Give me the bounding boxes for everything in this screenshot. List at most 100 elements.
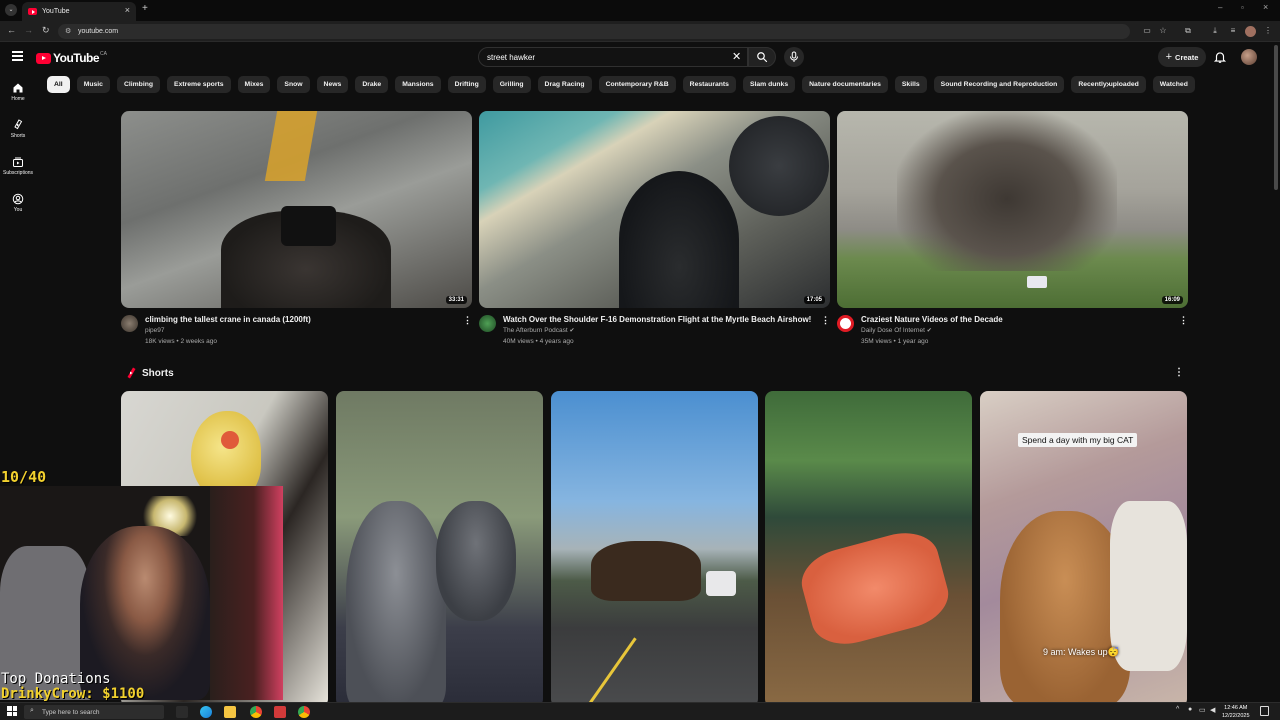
filter-chip[interactable]: Mansions — [395, 76, 441, 93]
voice-search-button[interactable] — [784, 47, 804, 67]
filter-chip[interactable]: Restaurants — [682, 76, 736, 93]
video-thumbnail[interactable]: 16:09 — [837, 111, 1188, 308]
system-tray-chevron-icon[interactable]: ^ — [1176, 706, 1179, 713]
video-title[interactable]: Craziest Nature Videos of the Decade — [861, 315, 1003, 324]
search-input[interactable]: street hawker — [478, 47, 748, 67]
more-options-icon[interactable]: ⋮ — [821, 315, 830, 326]
short-thumbnail[interactable] — [551, 391, 758, 707]
notifications-icon[interactable] — [1260, 706, 1269, 716]
new-tab-button[interactable]: + — [142, 3, 148, 14]
more-options-icon[interactable]: ⋮ — [463, 315, 472, 326]
sidebar-item-subscriptions[interactable]: Subscriptions — [0, 156, 36, 176]
edge-browser-icon[interactable] — [200, 706, 212, 718]
search-icon: ⌕ — [30, 707, 34, 714]
youtube-logo[interactable]: YouTube CA — [36, 51, 107, 65]
channel-name[interactable]: Daily Dose Of Internet — [861, 327, 925, 334]
filter-chip[interactable]: Drag Racing — [537, 76, 592, 93]
chrome-browser-icon[interactable] — [298, 706, 310, 718]
create-label: Create — [1175, 52, 1199, 62]
task-view-icon[interactable] — [176, 706, 188, 718]
profile-avatar-icon[interactable] — [1245, 26, 1256, 37]
chrome-browser-icon[interactable] — [250, 706, 262, 718]
video-duration: 17:05 — [803, 296, 825, 304]
forward-arrow-icon[interactable]: → — [24, 25, 33, 35]
short-caption: 9 am: Wakes up😴 — [1043, 647, 1119, 657]
channel-avatar[interactable] — [121, 315, 138, 332]
channel-avatar[interactable] — [479, 315, 496, 332]
extensions-icon[interactable]: ⧉ — [1183, 26, 1193, 36]
filter-chip[interactable]: All — [47, 76, 70, 93]
notifications-bell-icon[interactable] — [1213, 50, 1227, 64]
filter-chip[interactable]: Snow — [277, 76, 310, 93]
filter-chip[interactable]: Skills — [894, 76, 927, 93]
channel-name[interactable]: pipe97 — [145, 327, 165, 334]
close-tab-icon[interactable]: × — [125, 5, 130, 15]
bookmark-star-icon[interactable]: ☆ — [1158, 26, 1168, 36]
download-icon[interactable]: ⤓ — [1210, 26, 1220, 36]
filter-chip[interactable]: Climbing — [116, 76, 161, 93]
filter-chip[interactable]: Nature documentaries — [802, 76, 888, 93]
youtube-header: YouTube CA street hawker ✕ + Create — [0, 42, 1272, 72]
pilot-helmet-shape — [729, 116, 829, 216]
car-shape — [1027, 276, 1047, 288]
filter-chip[interactable]: Drake — [355, 76, 389, 93]
reload-icon[interactable]: ↻ — [42, 25, 50, 36]
chevron-right-icon[interactable]: › — [1106, 79, 1109, 90]
channel-name[interactable]: The Afterburn Podcast — [503, 327, 568, 334]
puppy-shape — [346, 501, 446, 707]
sidebar-item-shorts[interactable]: Shorts — [0, 119, 36, 139]
create-button[interactable]: + Create — [1158, 47, 1206, 67]
minimize-window-button[interactable]: – — [1218, 3, 1222, 12]
filter-chip[interactable]: Grilling — [492, 76, 531, 93]
network-icon[interactable]: ▭ — [1199, 706, 1206, 714]
browser-tab-youtube[interactable]: YouTube × — [22, 2, 136, 21]
tab-menu-button[interactable]: ⌄ — [5, 4, 17, 16]
channel-avatar[interactable] — [837, 315, 854, 332]
sidebar-item-home[interactable]: Home — [0, 82, 36, 102]
shorts-more-options-icon[interactable]: ⋮ — [1174, 367, 1184, 378]
filter-chip[interactable]: Music — [76, 76, 110, 93]
file-explorer-icon[interactable] — [224, 706, 236, 718]
video-thumbnail[interactable]: 17:05 — [479, 111, 830, 308]
filter-chip[interactable]: Sound Recording and Reproduction — [933, 76, 1065, 93]
hamburger-menu-icon[interactable] — [12, 51, 23, 61]
address-bar[interactable]: ⚙ youtube.com — [58, 24, 1130, 39]
microphone-tray-icon[interactable]: ● — [1188, 706, 1192, 713]
crane-arm-shape — [264, 111, 318, 181]
youtube-play-icon — [36, 52, 51, 64]
browser-menu-icon[interactable]: ⋮ — [1263, 26, 1273, 36]
filter-chip[interactable]: Extreme sports — [167, 76, 231, 93]
short-thumbnail[interactable]: Spend a day with my big CAT 9 am: Wakes … — [980, 391, 1187, 707]
close-window-button[interactable]: × — [1263, 2, 1268, 12]
taskbar-search-input[interactable]: ⌕ Type here to search — [24, 705, 164, 719]
back-arrow-icon[interactable]: ← — [7, 25, 16, 35]
video-thumbnail[interactable]: 33:31 — [121, 111, 472, 308]
plus-icon: + — [1165, 51, 1173, 63]
filter-chip[interactable]: Watched — [1152, 76, 1195, 93]
filter-chip[interactable]: Mixes — [237, 76, 271, 93]
site-info-icon[interactable]: ⚙ — [65, 27, 71, 35]
filter-chip[interactable]: Slam dunks — [742, 76, 796, 93]
scrollbar-thumb[interactable] — [1274, 45, 1278, 190]
translate-icon[interactable]: ≡ — [1228, 26, 1238, 36]
sidebar-item-you[interactable]: You — [0, 193, 36, 213]
windows-start-icon[interactable] — [7, 706, 17, 716]
filter-chip[interactable]: Drifting — [447, 76, 486, 93]
search-button[interactable] — [748, 47, 776, 67]
clear-search-icon[interactable]: ✕ — [732, 50, 741, 63]
tornado-shape — [897, 111, 1117, 271]
maximize-window-button[interactable]: ▫ — [1241, 3, 1244, 12]
more-options-icon[interactable]: ⋮ — [1179, 315, 1188, 326]
app-icon[interactable] — [274, 706, 286, 718]
account-avatar[interactable] — [1241, 49, 1257, 65]
pillow-shape — [1110, 501, 1187, 671]
short-thumbnail[interactable] — [765, 391, 972, 707]
taskbar-clock[interactable]: 12:46 AM 12/22/2025 — [1222, 704, 1250, 720]
filter-chip[interactable]: News — [316, 76, 349, 93]
cast-icon[interactable]: ▭ — [1142, 26, 1152, 36]
video-title[interactable]: climbing the tallest crane in canada (12… — [145, 315, 311, 324]
volume-icon[interactable]: ◀ — [1210, 706, 1215, 714]
filter-chip[interactable]: Contemporary R&B — [598, 76, 676, 93]
short-thumbnail[interactable] — [336, 391, 543, 707]
video-title[interactable]: Watch Over the Shoulder F-16 Demonstrati… — [503, 315, 811, 324]
